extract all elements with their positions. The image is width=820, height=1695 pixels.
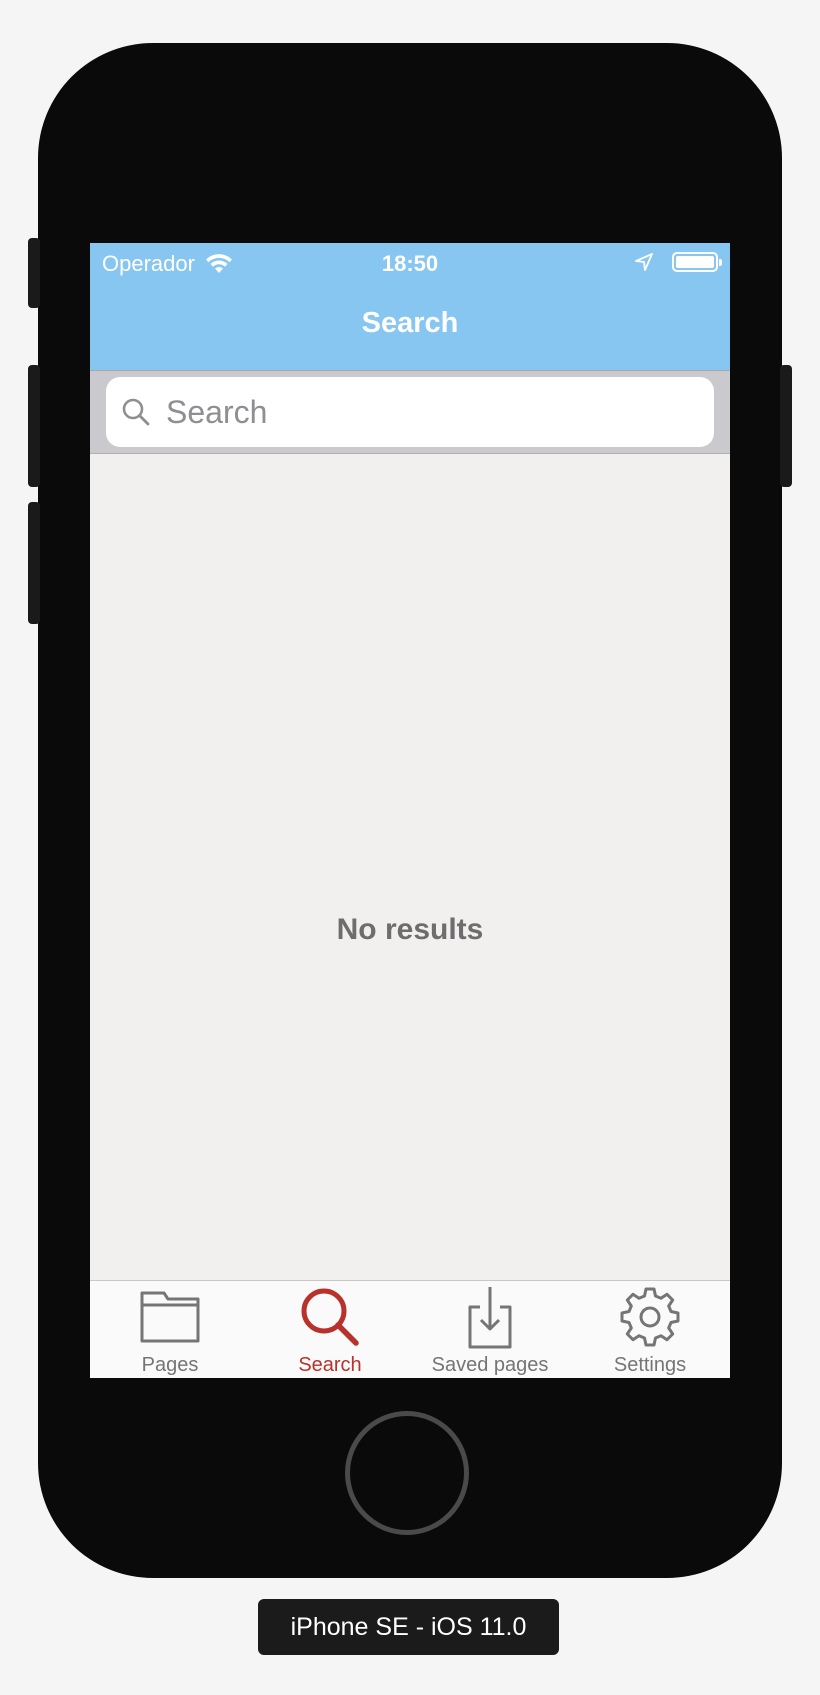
search-icon: [122, 398, 150, 426]
volume-down-button: [28, 502, 40, 624]
device-label: iPhone SE - iOS 11.0: [258, 1599, 559, 1655]
volume-up-button: [28, 365, 40, 487]
tab-saved-pages-label: Saved pages: [431, 1354, 549, 1376]
tab-bar: Pages Search Saved pages Settings: [90, 1280, 730, 1378]
tab-search[interactable]: Search: [250, 1281, 410, 1378]
navigation-bar: Operador 18:50 Search: [90, 243, 730, 370]
status-bar: Operador 18:50: [90, 243, 730, 283]
location-arrow-icon: [635, 253, 653, 271]
power-button: [780, 365, 792, 487]
battery-icon: [672, 252, 722, 272]
search-bar: [90, 370, 730, 454]
home-button[interactable]: [345, 1411, 469, 1535]
mute-switch: [28, 238, 40, 308]
app-screen: Operador 18:50 Search Search No results …: [90, 243, 730, 1378]
empty-state-message: No results: [336, 913, 484, 946]
search-icon: [301, 1288, 359, 1346]
page-title: Search: [361, 307, 459, 339]
tab-search-label: Search: [298, 1354, 362, 1376]
tab-pages[interactable]: Pages: [90, 1281, 250, 1378]
tab-settings[interactable]: Settings: [570, 1281, 730, 1378]
tab-pages-label: Pages: [141, 1354, 199, 1376]
status-right-group: [634, 252, 722, 272]
search-field-container[interactable]: [106, 377, 714, 447]
tab-settings-label: Settings: [613, 1354, 687, 1376]
download-icon: [468, 1287, 512, 1349]
gear-icon: [620, 1287, 680, 1347]
folder-icon: [140, 1291, 200, 1343]
search-input[interactable]: [164, 392, 688, 432]
tab-saved-pages[interactable]: Saved pages: [410, 1281, 570, 1378]
